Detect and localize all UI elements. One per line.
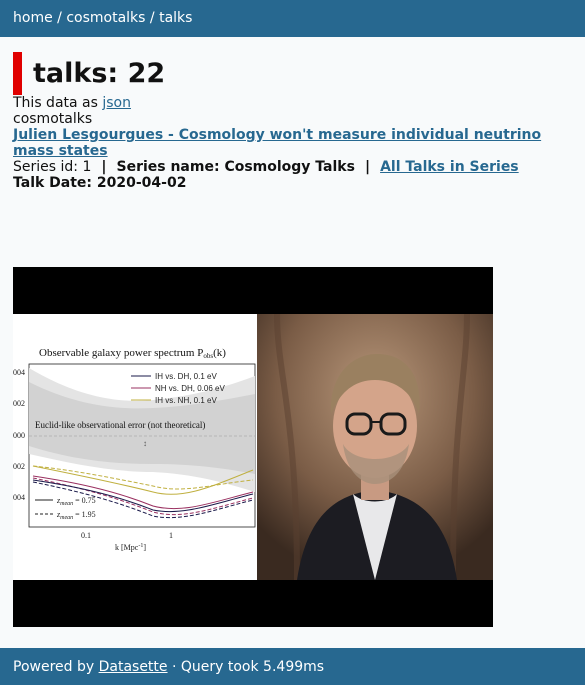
page-title: talks: 22: [33, 57, 166, 89]
datasette-link[interactable]: Datasette: [99, 659, 168, 675]
error-bar-marker: ↕: [143, 439, 147, 448]
series-slug: cosmotalks: [13, 111, 93, 127]
breadcrumb-database-link[interactable]: cosmotalks: [66, 10, 145, 26]
breadcrumb-table-link[interactable]: talks: [159, 10, 192, 26]
footer-prefix-text: Powered by: [13, 659, 99, 675]
presentation-slide: Observable galaxy power spectrum Pobs(k)…: [13, 314, 257, 580]
json-export-line: This data as json: [13, 95, 572, 111]
band-label: Euclid-like observational error (not the…: [35, 420, 205, 430]
slide-plot: Observable galaxy power spectrum Pobs(k)…: [13, 347, 256, 552]
y-tick-label: 002: [13, 462, 25, 471]
series-id-text: Series id: 1: [13, 159, 92, 175]
speaker-webcam: [257, 314, 493, 580]
title-accent-bar: [13, 51, 22, 95]
y-tick-label: 000: [13, 431, 25, 440]
series-info-row: Series id: 1 | Series name: Cosmology Talk…: [13, 159, 572, 175]
talk-date: Talk Date: 2020-04-02: [13, 175, 187, 191]
main-content: talks: 22 This data as json cosmotalks J…: [0, 51, 585, 191]
page-title-row: talks: 22: [13, 51, 572, 95]
footer-bar: Powered by Datasette · Query took 5.499m…: [0, 648, 585, 685]
separator-pipe: |: [101, 159, 107, 175]
json-prefix-text: This data as: [13, 95, 103, 111]
legend-entry: IH vs. NH, 0.1 eV: [155, 396, 217, 405]
x-tick-label: 0.1: [81, 531, 91, 540]
legend-entry: NH vs. DH, 0.06 eV: [155, 384, 225, 393]
legend-entry: IH vs. DH, 0.1 eV: [155, 372, 217, 381]
x-axis-label: k [Mpc-1]: [115, 543, 146, 552]
slide-title: Observable galaxy power spectrum Pobs(k): [39, 347, 226, 360]
all-talks-link[interactable]: All Talks in Series: [380, 159, 519, 175]
query-time-text: · Query took 5.499ms: [167, 659, 325, 675]
header-bar: home / cosmotalks / talks: [0, 0, 585, 37]
talk-title-row: Julien Lesgourgues - Cosmology won't mea…: [13, 127, 572, 159]
speaker-image: [257, 314, 493, 580]
breadcrumb-separator: /: [52, 10, 67, 26]
video-player[interactable]: Observable galaxy power spectrum Pobs(k)…: [13, 267, 493, 627]
breadcrumb-home-link[interactable]: home: [13, 10, 53, 26]
y-tick-label: 004: [13, 368, 25, 377]
breadcrumb-separator: /: [145, 10, 160, 26]
separator-pipe: |: [364, 159, 371, 175]
x-tick-label: 1: [169, 531, 173, 540]
series-name-text: Series name: Cosmology Talks: [116, 159, 355, 175]
json-link[interactable]: json: [102, 95, 131, 111]
talk-title-link[interactable]: Julien Lesgourgues - Cosmology won't mea…: [13, 127, 541, 159]
y-tick-label: 002: [13, 399, 25, 408]
y-tick-label: 004: [13, 493, 25, 502]
